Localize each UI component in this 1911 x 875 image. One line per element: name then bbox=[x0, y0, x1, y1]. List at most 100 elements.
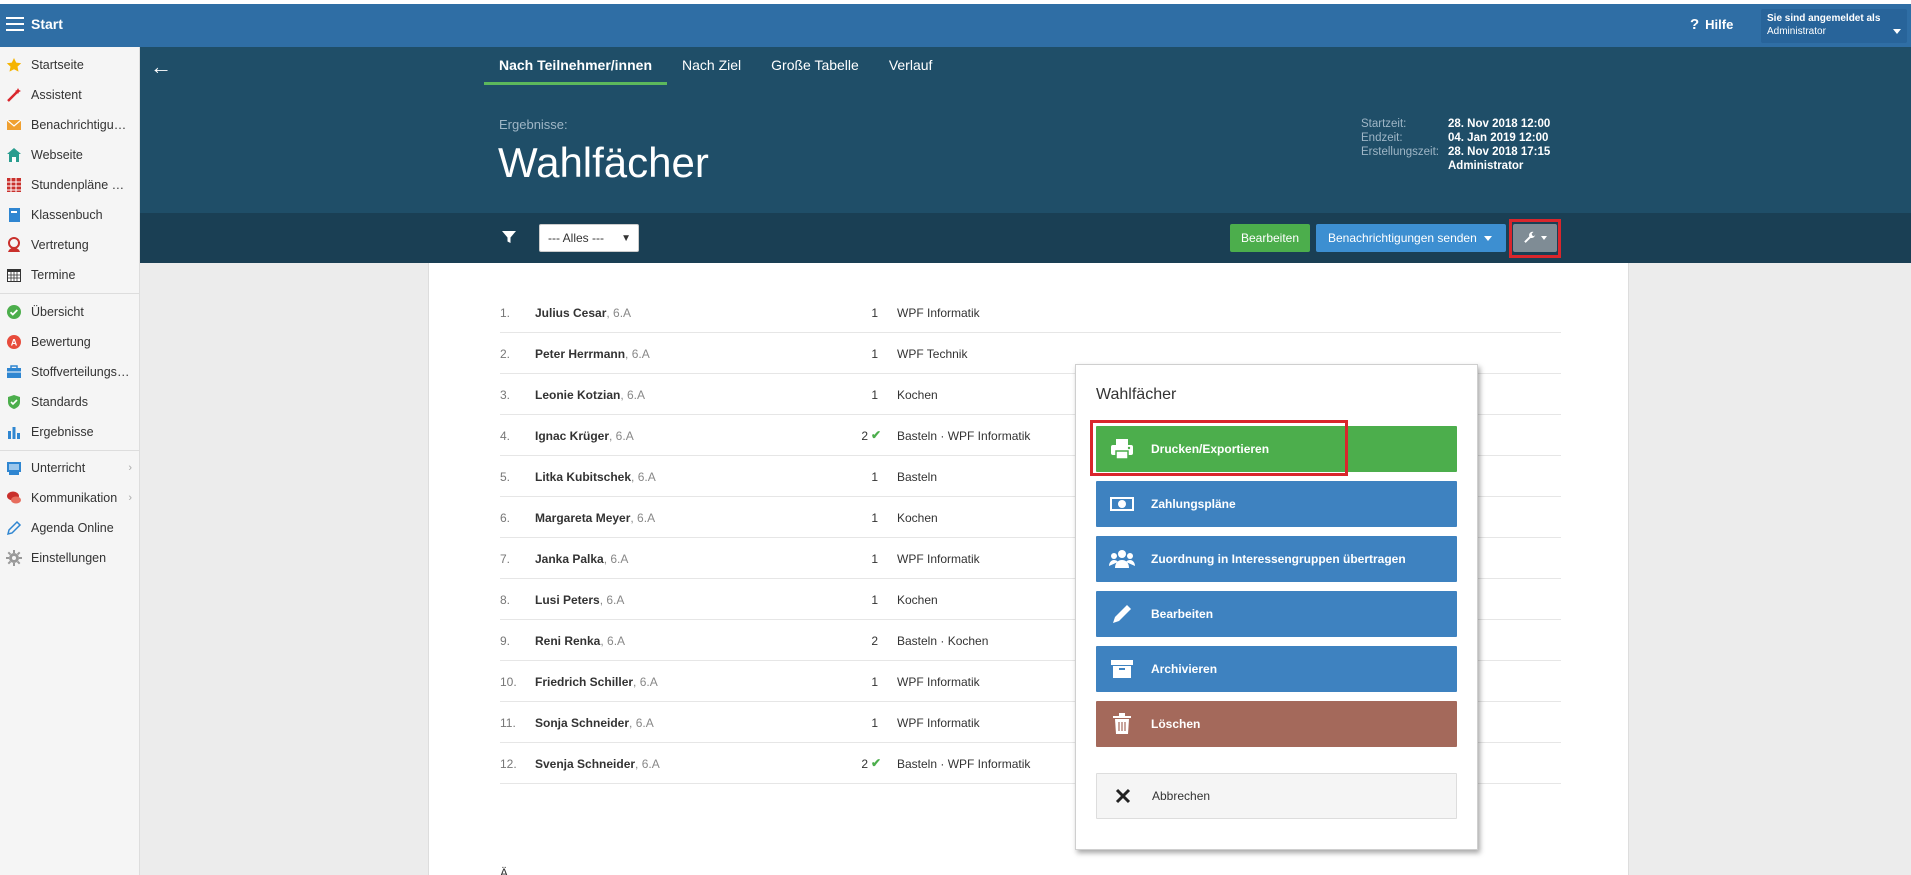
chosen-subjects: Kochen bbox=[897, 388, 938, 402]
chat-icon bbox=[6, 490, 22, 506]
check-icon: ✔ bbox=[871, 428, 882, 442]
tab-verlauf[interactable]: Verlauf bbox=[874, 47, 948, 85]
help-link[interactable]: ? Hilfe bbox=[1690, 16, 1733, 33]
results-header: ← Nach Teilnehmer/innen Nach Ziel Große … bbox=[140, 47, 1911, 213]
row-number: 10. bbox=[500, 675, 517, 689]
chosen-subjects: WPF Informatik bbox=[897, 675, 980, 689]
sidebar-item-label: Stundenpläne und Räume bbox=[31, 178, 131, 192]
filter-icon[interactable] bbox=[501, 229, 517, 245]
check-icon: ✔ bbox=[871, 756, 882, 770]
payment-plans-label: Zahlungspläne bbox=[1151, 497, 1236, 511]
sidebar-item-kommunikation[interactable]: Kommunikation › bbox=[0, 483, 140, 513]
timetable-icon bbox=[6, 177, 22, 193]
payment-plans-button[interactable]: Zahlungspläne bbox=[1096, 481, 1457, 527]
sidebar-item-stundenplaene[interactable]: Stundenpläne und Räume bbox=[0, 170, 140, 200]
participant-name: Litka Kubitschek, 6.A bbox=[535, 470, 656, 484]
participant-name-text: Ignac Krüger bbox=[535, 429, 610, 443]
sidebar-item-uebersicht[interactable]: Übersicht bbox=[0, 297, 140, 327]
home-icon bbox=[6, 147, 22, 163]
chosen-subjects: Basteln bbox=[897, 470, 938, 484]
end-time-label: Endzeit: bbox=[1361, 132, 1403, 144]
sidebar-item-bewertung[interactable]: A Bewertung bbox=[0, 327, 140, 357]
sidebar-item-label: Unterricht bbox=[31, 461, 86, 475]
edit-item-button[interactable]: Bearbeiten bbox=[1096, 591, 1457, 637]
classroom-icon bbox=[6, 460, 22, 476]
participant-name-text: Sonja Schneider bbox=[535, 716, 630, 730]
sidebar-item-vertretung[interactable]: Vertretung bbox=[0, 230, 140, 260]
delete-button[interactable]: Löschen bbox=[1096, 701, 1457, 747]
sidebar-divider bbox=[0, 450, 140, 451]
sidebar-item-standards[interactable]: Standards bbox=[0, 387, 140, 417]
user-login-label: Sie sind angemeldet als bbox=[1767, 13, 1881, 24]
sidebar-item-label: Webseite bbox=[31, 148, 83, 162]
sidebar-item-klassenbuch[interactable]: Klassenbuch bbox=[0, 200, 140, 230]
send-notifications-button[interactable]: Benachrichtigungen senden bbox=[1316, 224, 1506, 252]
sidebar-item-unterricht[interactable]: Unterricht › bbox=[0, 453, 140, 483]
filter-select[interactable]: --- Alles --- ▼ bbox=[539, 224, 639, 252]
sidebar-item-ergebnisse[interactable]: Ergebnisse bbox=[0, 417, 140, 447]
participant-name: Reni Renka, 6.A bbox=[535, 634, 625, 648]
archive-label: Archivieren bbox=[1151, 662, 1218, 676]
choice-count: 1 bbox=[871, 388, 878, 402]
participant-name: Sonja Schneider, 6.A bbox=[535, 716, 654, 730]
created-time-value: 28. Nov 2018 17:15 bbox=[1448, 146, 1551, 158]
edit-button[interactable]: Bearbeiten bbox=[1230, 224, 1310, 252]
back-arrow-icon[interactable]: ← bbox=[150, 54, 172, 80]
pen-icon bbox=[6, 520, 22, 536]
participant-class: , 6.A bbox=[599, 593, 625, 607]
list-item[interactable]: 1. Julius Cesar, 6.A 1 WPF Informatik bbox=[500, 292, 1561, 333]
sidebar-item-webseite[interactable]: Webseite bbox=[0, 140, 140, 170]
row-number: 6. bbox=[500, 511, 511, 525]
chosen-subjects: Kochen bbox=[897, 511, 938, 525]
sidebar-item-einstellungen[interactable]: Einstellungen bbox=[0, 543, 140, 573]
choice-count: 1 bbox=[871, 347, 878, 361]
tab-nach-ziel[interactable]: Nach Ziel bbox=[667, 47, 756, 85]
tab-grosse-tabelle[interactable]: Große Tabelle bbox=[756, 47, 874, 85]
sidebar-item-label: Bewertung bbox=[31, 335, 91, 349]
sidebar-item-label: Benachrichtigungen bbox=[31, 118, 131, 132]
chosen-subjects: Basteln · WPF Informatik bbox=[897, 429, 1031, 443]
participant-name: Ignac Krüger, 6.A bbox=[535, 429, 634, 443]
sidebar-item-assistent[interactable]: Assistent bbox=[0, 80, 140, 110]
participant-name-text: Leonie Kotzian bbox=[535, 388, 621, 402]
participant-class: , 6.A bbox=[633, 675, 658, 689]
app-title[interactable]: Start bbox=[31, 16, 63, 32]
sidebar-item-label: Termine bbox=[31, 268, 76, 282]
tab-nach-teilnehmer[interactable]: Nach Teilnehmer/innen bbox=[484, 47, 667, 85]
participant-name-text: Litka Kubitschek bbox=[535, 470, 632, 484]
sidebar-item-termine[interactable]: Termine bbox=[0, 260, 140, 290]
archive-button[interactable]: Archivieren bbox=[1096, 646, 1457, 692]
sidebar-item-label: Startseite bbox=[31, 58, 84, 72]
archive-icon bbox=[1108, 657, 1136, 681]
gear-icon bbox=[6, 550, 22, 566]
person-icon bbox=[6, 237, 22, 253]
transfer-interest-groups-button[interactable]: Zuordnung in Interessengruppen übertrage… bbox=[1096, 536, 1457, 582]
sidebar-item-label: Kommunikation bbox=[31, 491, 118, 505]
book-icon bbox=[6, 207, 22, 223]
user-menu[interactable]: Sie sind angemeldet als Administrator bbox=[1761, 9, 1907, 43]
sidebar-item-stoffverteilungsplaene[interactable]: Stoffverteilungspläne bbox=[0, 357, 140, 387]
choice-count: 1 bbox=[871, 511, 878, 525]
sidebar-divider bbox=[0, 293, 140, 294]
created-by-value: Administrator bbox=[1448, 160, 1524, 172]
hamburger-menu-icon[interactable] bbox=[6, 17, 24, 31]
participant-class: , 6.A bbox=[620, 388, 646, 402]
sidebar-item-benachrichtigungen[interactable]: Benachrichtigungen bbox=[0, 110, 140, 140]
sidebar-item-startseite[interactable]: Startseite bbox=[0, 50, 140, 80]
chosen-subjects: WPF Informatik bbox=[897, 306, 980, 320]
participant-name: Margareta Meyer, 6.A bbox=[535, 511, 655, 525]
chosen-subjects: WPF Informatik bbox=[897, 716, 980, 730]
row-number: 12. bbox=[500, 757, 517, 771]
top-bar: Start ? Hilfe Sie sind angemeldet als Adm… bbox=[0, 0, 1911, 47]
participant-name: Friedrich Schiller, 6.A bbox=[535, 675, 658, 689]
send-notifications-label: Benachrichtigungen senden bbox=[1328, 231, 1477, 245]
choice-count: 1 bbox=[871, 593, 878, 607]
sidebar-item-label: Vertretung bbox=[31, 238, 89, 252]
participant-name-text: Lusi Peters bbox=[535, 593, 600, 607]
sidebar-item-agenda-online[interactable]: Agenda Online bbox=[0, 513, 140, 543]
calendar-icon bbox=[6, 267, 22, 283]
cancel-button[interactable]: Abbrechen bbox=[1096, 773, 1457, 819]
participant-class: , 6.A bbox=[606, 306, 632, 320]
shield-icon bbox=[6, 394, 22, 410]
choice-count: 2 bbox=[861, 429, 868, 443]
